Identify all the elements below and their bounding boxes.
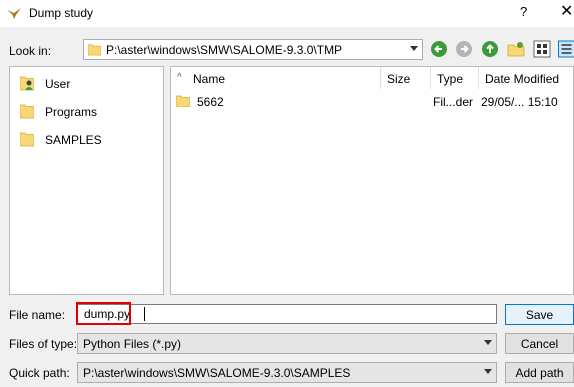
detail-view-button[interactable] xyxy=(557,40,574,58)
user-folder-icon xyxy=(20,76,34,91)
app-icon xyxy=(7,8,21,19)
up-arrow-icon xyxy=(482,41,498,57)
sidebar-item-label: SAMPLES xyxy=(45,133,102,147)
help-button[interactable]: ? xyxy=(520,4,527,19)
sort-ascending-icon: ^ xyxy=(177,72,182,83)
sidebar-item-user[interactable]: User xyxy=(20,74,160,94)
chevron-down-icon[interactable] xyxy=(484,340,492,345)
chevron-down-icon[interactable] xyxy=(484,369,492,374)
file-date-cell: 29/05/... 15:10 xyxy=(481,95,558,109)
folder-icon xyxy=(176,95,190,107)
file-type-cell: Fil...der xyxy=(433,95,474,109)
lookin-combo[interactable]: P:\aster\windows\SMW\SALOME-9.3.0\TMP xyxy=(83,39,423,60)
lookin-label: Look in: xyxy=(9,44,52,58)
sidebar-item-label: Programs xyxy=(45,105,98,119)
filetype-select[interactable]: Python Files (*.py) xyxy=(77,333,497,354)
cancel-button[interactable]: Cancel xyxy=(505,333,574,354)
file-name-cell: 5662 xyxy=(197,95,224,109)
forward-button[interactable] xyxy=(455,40,473,58)
column-header-date[interactable]: Date Modified xyxy=(479,67,573,89)
text-caret xyxy=(144,307,145,321)
quickpath-value: P:\aster\windows\SMW\SALOME-9.3.0\SAMPLE… xyxy=(83,366,351,380)
quickpath-select[interactable]: P:\aster\windows\SMW\SALOME-9.3.0\SAMPLE… xyxy=(77,362,497,383)
sidebar-item-programs[interactable]: Programs xyxy=(20,102,160,122)
folder-icon xyxy=(20,132,34,147)
forward-arrow-icon xyxy=(456,41,472,57)
detail-view-icon xyxy=(558,40,574,58)
new-folder-icon xyxy=(507,42,525,57)
folder-icon xyxy=(88,44,101,56)
places-sidebar: User Programs SAMPLES xyxy=(9,66,164,295)
save-button[interactable]: Save xyxy=(505,304,574,325)
back-button[interactable] xyxy=(430,40,448,58)
new-folder-button[interactable] xyxy=(507,40,525,58)
folder-icon xyxy=(20,104,34,119)
parent-dir-button[interactable] xyxy=(481,40,499,58)
column-header-size[interactable]: Size xyxy=(381,67,431,89)
list-view-icon xyxy=(533,40,551,58)
filetype-label: Files of type: xyxy=(9,337,78,351)
title-bar: Dump study ? ✕ xyxy=(0,0,574,27)
lookin-path: P:\aster\windows\SMW\SALOME-9.3.0\TMP xyxy=(106,43,343,57)
file-list: Name ^ Size Type Date Modified 5662 Fil.… xyxy=(170,66,574,295)
back-arrow-icon xyxy=(431,41,447,57)
list-view-button[interactable] xyxy=(533,40,551,58)
filename-highlight-box xyxy=(76,302,131,325)
table-row[interactable]: 5662 Fil...der 29/05/... 15:10 xyxy=(171,92,573,112)
sidebar-item-label: User xyxy=(45,77,71,91)
column-header-name[interactable]: Name ^ xyxy=(171,67,381,89)
add-path-button[interactable]: Add path xyxy=(505,362,574,383)
window-title: Dump study xyxy=(29,6,94,20)
column-header-type[interactable]: Type xyxy=(431,67,479,89)
filename-label: File name: xyxy=(9,308,66,322)
quickpath-label: Quick path: xyxy=(9,366,70,380)
close-icon[interactable]: ✕ xyxy=(560,1,573,21)
sidebar-item-samples[interactable]: SAMPLES xyxy=(20,130,160,150)
filename-input[interactable]: dump.py xyxy=(77,304,497,324)
filetype-value: Python Files (*.py) xyxy=(83,337,182,351)
chevron-down-icon[interactable] xyxy=(410,46,418,51)
